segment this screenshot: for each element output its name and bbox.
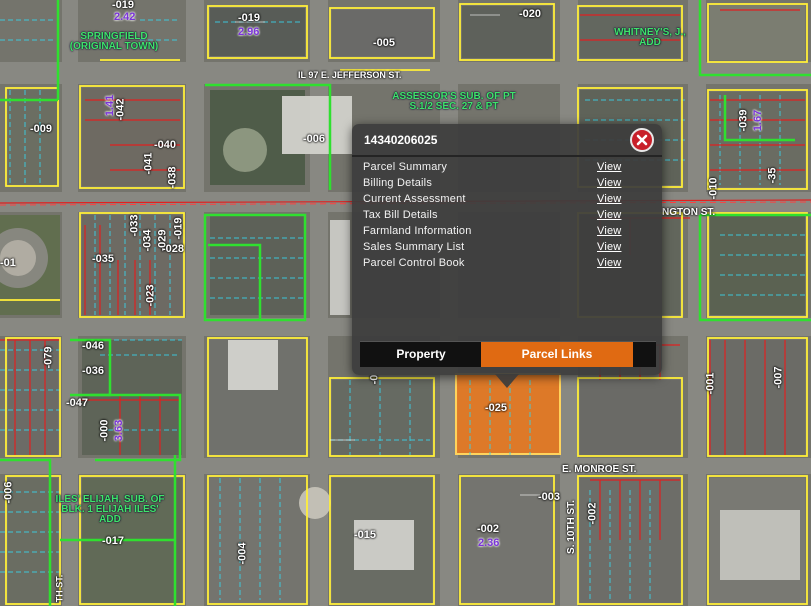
acreage-label: 3.63 bbox=[113, 419, 126, 442]
parcel-label: -35 bbox=[766, 167, 779, 184]
parcel-label: -01 bbox=[0, 257, 16, 269]
parcel-label: -023 bbox=[144, 284, 157, 307]
parcel-label: -015 bbox=[354, 529, 377, 541]
parcel-label: -002 bbox=[477, 523, 500, 535]
view-link[interactable]: View bbox=[597, 241, 621, 253]
parcel-label: -035 bbox=[92, 253, 115, 265]
parcel-label: -038 bbox=[166, 166, 179, 189]
link-label: Tax Bill Details bbox=[363, 209, 438, 221]
parcel-label: -019 bbox=[238, 12, 261, 24]
subdivision-label-assessors: ASSESSOR'S SUB. OF PT S.1/2 SEC. 27 & PT bbox=[392, 91, 516, 112]
acreage-label: 1.41 bbox=[104, 94, 117, 117]
parcel-label: -033 bbox=[128, 214, 141, 237]
view-link[interactable]: View bbox=[597, 177, 621, 189]
popup-pointer bbox=[495, 374, 519, 388]
parcel-label: -034 bbox=[141, 229, 154, 252]
list-item-farmland-information: Farmland Information View bbox=[363, 223, 653, 239]
parcel-label: -009 bbox=[30, 123, 53, 135]
street-label-10th: S. 10TH ST. bbox=[565, 500, 577, 554]
parcel-links-list: Parcel Summary View Billing Details View C… bbox=[363, 159, 653, 271]
link-label: Billing Details bbox=[363, 177, 433, 189]
subdivision-label-springfield: SPRINGFIELD (ORIGINAL TOWN) bbox=[69, 31, 159, 52]
link-label: Parcel Control Book bbox=[363, 257, 465, 269]
parcel-label: -010 bbox=[707, 177, 720, 200]
acreage-label: 2.96 bbox=[238, 26, 260, 38]
parcel-label: -042 bbox=[114, 98, 127, 121]
street-label-monroe: E. MONROE ST. bbox=[562, 464, 637, 475]
list-item-billing-details: Billing Details View bbox=[363, 175, 653, 191]
view-link[interactable]: View bbox=[597, 225, 621, 237]
view-link[interactable]: View bbox=[597, 161, 621, 173]
list-item-parcel-control-book: Parcel Control Book View bbox=[363, 255, 653, 271]
close-button[interactable] bbox=[630, 128, 654, 152]
parcel-label: -017 bbox=[102, 535, 125, 547]
parcel-label: -005 bbox=[373, 37, 396, 49]
link-label: Sales Summary List bbox=[363, 241, 465, 253]
street-label-washington: NGTON ST. bbox=[662, 207, 716, 218]
parcel-label: -019 bbox=[112, 0, 135, 11]
parcel-label: -002 bbox=[586, 502, 599, 525]
parcel-label: -003 bbox=[538, 491, 561, 503]
list-item-current-assessment: Current Assessment View bbox=[363, 191, 653, 207]
parcel-label: -006 bbox=[2, 481, 15, 504]
parcel-id-title: 14340206025 bbox=[364, 133, 438, 147]
subdivision-label-iles: ILES' ELIJAH, SUB. OF BLK. 1 ELIJAH ILES… bbox=[55, 494, 165, 525]
view-link[interactable]: View bbox=[597, 257, 621, 269]
popup-divider bbox=[352, 155, 662, 157]
parcel-label: -007 bbox=[772, 366, 785, 389]
parcel-label: -019 bbox=[172, 217, 185, 240]
parcel-label: -000 bbox=[98, 419, 111, 442]
parcel-label: -028 bbox=[162, 243, 185, 255]
link-label: Current Assessment bbox=[363, 193, 466, 205]
acreage-label: 1.67 bbox=[752, 109, 765, 132]
tab-property[interactable]: Property bbox=[360, 342, 482, 367]
link-label: Farmland Information bbox=[363, 225, 472, 237]
parcel-label: -041 bbox=[142, 152, 155, 175]
parcel-label: -079 bbox=[42, 346, 55, 369]
subdivision-label-whitney: WHITNEY'S, J., ADD bbox=[614, 27, 686, 48]
parcel-label: -047 bbox=[66, 397, 89, 409]
view-link[interactable]: View bbox=[597, 193, 621, 205]
acreage-label: 2.42 bbox=[114, 11, 136, 23]
parcel-label: -040 bbox=[154, 139, 177, 151]
list-item-tax-bill-details: Tax Bill Details View bbox=[363, 207, 653, 223]
parcel-label: -004 bbox=[236, 542, 249, 565]
acreage-label: 2.36 bbox=[478, 537, 500, 549]
parcel-label: -0 bbox=[368, 374, 381, 385]
parcel-info-popup: 14340206025 Parcel Summary View Billing D… bbox=[352, 124, 662, 388]
list-item-sales-summary-list: Sales Summary List View bbox=[363, 239, 653, 255]
parcel-label: -020 bbox=[519, 8, 542, 20]
parcel-label: -001 bbox=[704, 372, 717, 395]
street-label-jefferson: IL 97 E. JEFFERSON ST. bbox=[298, 70, 402, 80]
parcel-label: -006 bbox=[303, 133, 326, 145]
parcel-label: -036 bbox=[82, 365, 105, 377]
close-x-icon bbox=[636, 134, 648, 146]
list-item-parcel-summary: Parcel Summary View bbox=[363, 159, 653, 175]
tab-parcel-links[interactable]: Parcel Links bbox=[481, 342, 633, 367]
parcel-label: -039 bbox=[737, 109, 750, 132]
street-label-bottom-left: TH ST. bbox=[54, 574, 65, 603]
view-link[interactable]: View bbox=[597, 209, 621, 221]
parcel-label: -046 bbox=[82, 340, 105, 352]
parcel-label-selected[interactable]: -025 bbox=[485, 403, 507, 414]
link-label: Parcel Summary bbox=[363, 161, 448, 173]
popup-tab-bar: Property Parcel Links bbox=[360, 341, 656, 367]
